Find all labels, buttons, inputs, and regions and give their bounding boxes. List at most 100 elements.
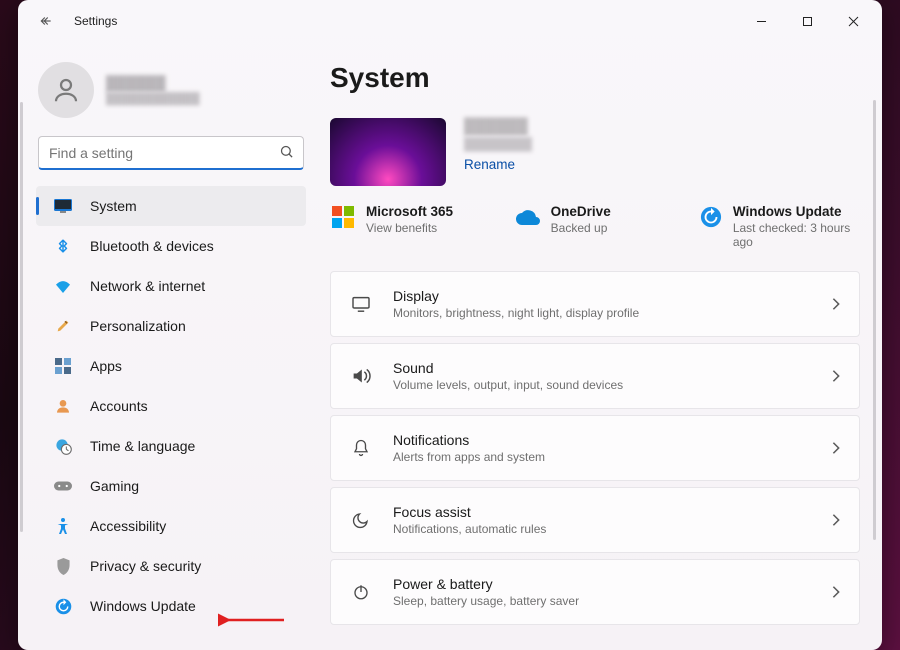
nav-list: System Bluetooth & devices Network & int…: [36, 186, 306, 638]
main-scrollbar[interactable]: [873, 100, 876, 540]
m365-icon: [330, 204, 356, 230]
power-icon: [349, 583, 373, 601]
nav-network[interactable]: Network & internet: [36, 266, 306, 306]
card-sub: Monitors, brightness, night light, displ…: [393, 306, 639, 320]
nav-privacy[interactable]: Privacy & security: [36, 546, 306, 586]
status-title: Windows Update: [733, 204, 860, 219]
nav-label: System: [90, 198, 137, 214]
back-button[interactable]: [32, 7, 60, 35]
main-panel: System ██████ ████████ Rename Microsoft …: [318, 42, 882, 650]
status-title: OneDrive: [551, 204, 611, 219]
card-title: Power & battery: [393, 576, 579, 592]
search-icon: [279, 144, 294, 159]
display-icon: [52, 199, 74, 213]
wifi-icon: [52, 279, 74, 293]
sidebar: ██████ ████████████ System Bluetooth & d…: [18, 42, 318, 650]
sound-icon: [349, 367, 373, 385]
nav-system[interactable]: System: [36, 186, 306, 226]
card-sub: Sleep, battery usage, battery saver: [393, 594, 579, 608]
window-controls: [738, 3, 876, 39]
nav-accounts[interactable]: Accounts: [36, 386, 306, 426]
nav-apps[interactable]: Apps: [36, 346, 306, 386]
nav-label: Personalization: [90, 318, 186, 334]
display-icon: [349, 296, 373, 312]
status-onedrive[interactable]: OneDrive Backed up: [515, 204, 676, 249]
card-sound[interactable]: Sound Volume levels, output, input, sound…: [330, 343, 860, 409]
bluetooth-icon: [52, 237, 74, 255]
apps-icon: [52, 358, 74, 374]
chevron-right-icon: [831, 297, 841, 311]
card-title: Focus assist: [393, 504, 546, 520]
update-badge-icon: [699, 204, 722, 230]
nav-time-language[interactable]: Time & language: [36, 426, 306, 466]
nav-label: Bluetooth & devices: [90, 238, 214, 254]
sidebar-scrollbar[interactable]: [20, 102, 23, 532]
user-text: ██████ ████████████: [106, 75, 200, 105]
card-notifications[interactable]: Notifications Alerts from apps and system: [330, 415, 860, 481]
status-update[interactable]: Windows Update Last checked: 3 hours ago: [699, 204, 860, 249]
user-profile[interactable]: ██████ ████████████: [38, 62, 304, 118]
nav-label: Privacy & security: [90, 558, 201, 574]
chevron-right-icon: [831, 513, 841, 527]
settings-cards: Display Monitors, brightness, night light…: [330, 271, 860, 625]
nav-label: Accessibility: [90, 518, 166, 534]
nav-label: Windows Update: [90, 598, 196, 614]
card-sub: Alerts from apps and system: [393, 450, 545, 464]
nav-personalization[interactable]: Personalization: [36, 306, 306, 346]
globe-clock-icon: [52, 438, 74, 455]
onedrive-icon: [515, 204, 541, 230]
card-title: Sound: [393, 360, 623, 376]
accessibility-icon: [52, 517, 74, 535]
user-email: ████████████: [106, 93, 200, 105]
search-input[interactable]: [38, 136, 304, 170]
status-row: Microsoft 365 View benefits OneDrive Backe…: [330, 204, 860, 249]
status-m365[interactable]: Microsoft 365 View benefits: [330, 204, 491, 249]
device-model: ████████: [464, 137, 532, 151]
status-sub: View benefits: [366, 221, 453, 235]
brush-icon: [52, 318, 74, 334]
moon-icon: [349, 511, 373, 529]
chevron-right-icon: [831, 585, 841, 599]
nav-accessibility[interactable]: Accessibility: [36, 506, 306, 546]
device-name: ██████: [464, 118, 532, 135]
nav-label: Accounts: [90, 398, 148, 414]
search-field: [38, 136, 304, 170]
titlebar: Settings: [18, 0, 882, 42]
card-title: Notifications: [393, 432, 545, 448]
card-focus-assist[interactable]: Focus assist Notifications, automatic rul…: [330, 487, 860, 553]
card-sub: Notifications, automatic rules: [393, 522, 546, 536]
device-info: ██████ ████████ Rename: [464, 118, 532, 186]
close-button[interactable]: [830, 3, 876, 39]
card-display[interactable]: Display Monitors, brightness, night light…: [330, 271, 860, 337]
minimize-button[interactable]: [738, 3, 784, 39]
chevron-right-icon: [831, 369, 841, 383]
nav-windows-update[interactable]: Windows Update: [36, 586, 306, 626]
bell-icon: [349, 438, 373, 458]
nav-label: Apps: [90, 358, 122, 374]
settings-window: Settings ██████ ████████████: [18, 0, 882, 650]
avatar: [38, 62, 94, 118]
rename-link[interactable]: Rename: [464, 157, 532, 172]
nav-bluetooth[interactable]: Bluetooth & devices: [36, 226, 306, 266]
page-heading: System: [330, 62, 860, 94]
status-title: Microsoft 365: [366, 204, 453, 219]
device-wallpaper-thumb[interactable]: [330, 118, 446, 186]
card-sub: Volume levels, output, input, sound devi…: [393, 378, 623, 392]
user-name: ██████: [106, 75, 200, 91]
card-title: Display: [393, 288, 639, 304]
chevron-right-icon: [831, 441, 841, 455]
status-sub: Last checked: 3 hours ago: [733, 221, 860, 249]
nav-label: Time & language: [90, 438, 195, 454]
maximize-button[interactable]: [784, 3, 830, 39]
shield-icon: [52, 558, 74, 575]
device-row: ██████ ████████ Rename: [330, 118, 860, 186]
card-power[interactable]: Power & battery Sleep, battery usage, bat…: [330, 559, 860, 625]
window-title: Settings: [74, 14, 117, 28]
gamepad-icon: [52, 480, 74, 492]
status-sub: Backed up: [551, 221, 611, 235]
nav-label: Network & internet: [90, 278, 205, 294]
nav-gaming[interactable]: Gaming: [36, 466, 306, 506]
nav-label: Gaming: [90, 478, 139, 494]
update-icon: [52, 598, 74, 615]
person-icon: [52, 398, 74, 414]
